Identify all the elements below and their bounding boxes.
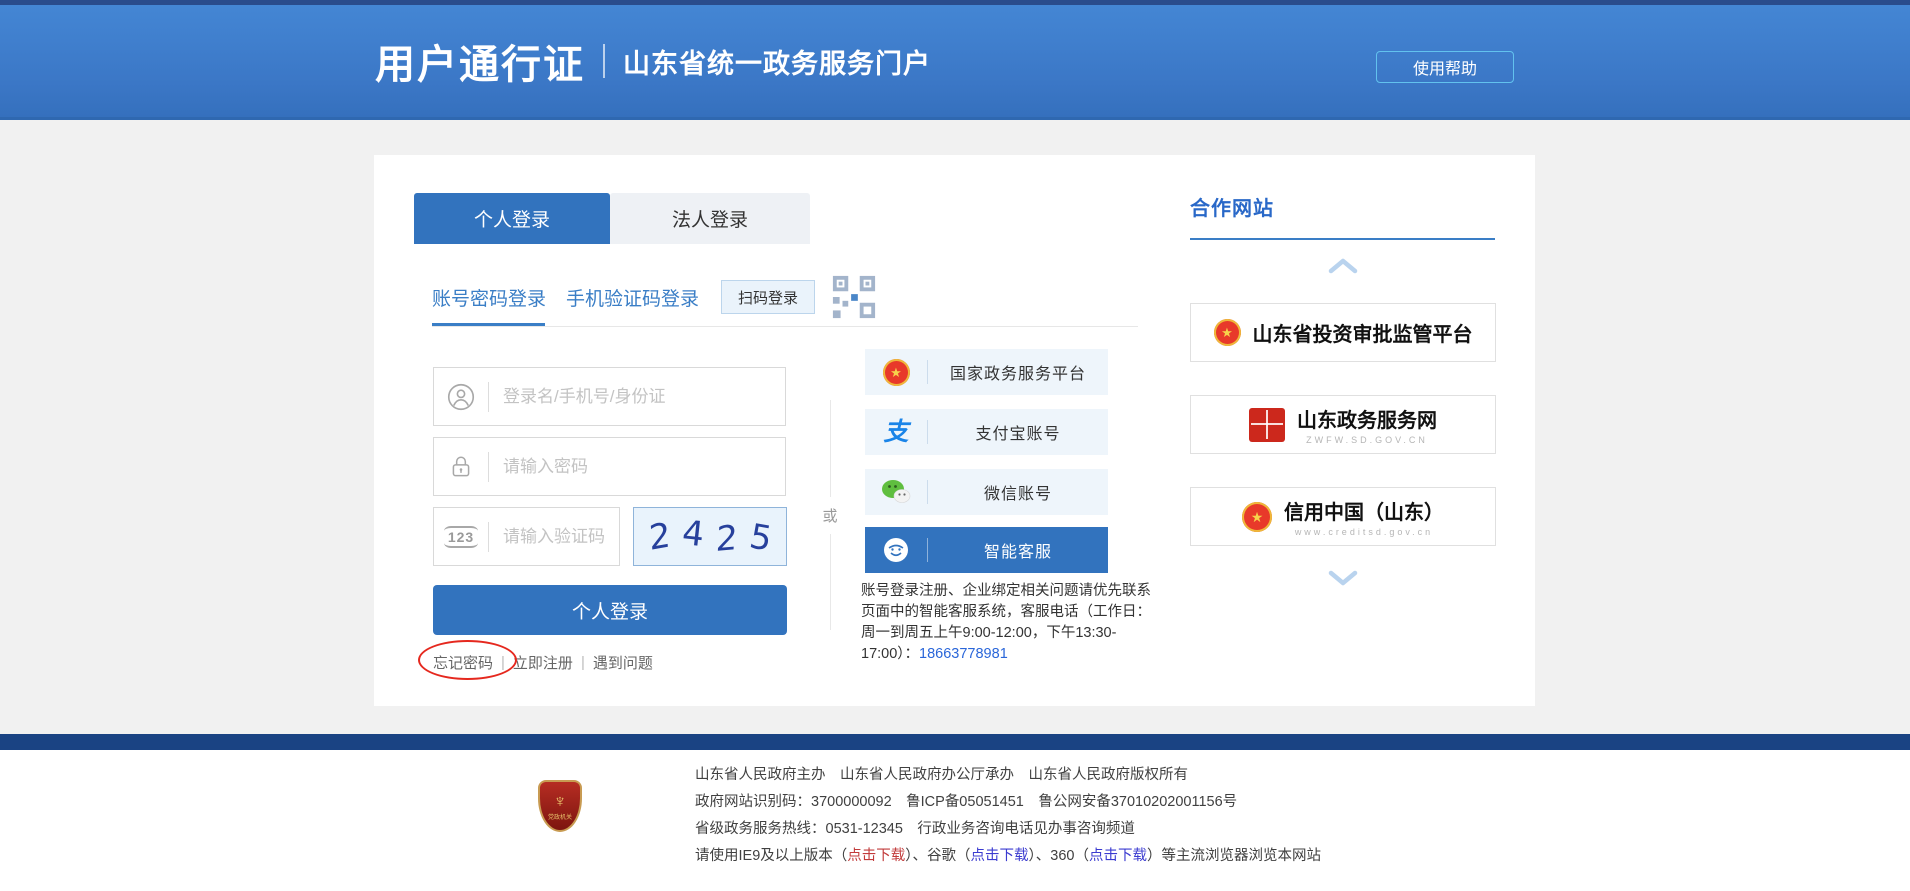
- ie-download-link[interactable]: 点击下载: [847, 848, 905, 864]
- partners-title-underline: [1190, 238, 1495, 240]
- page-title: 用户通行证: [375, 32, 585, 90]
- lock-icon: [434, 454, 488, 480]
- link-separator: |: [581, 654, 585, 671]
- password-field: [433, 437, 786, 496]
- methods-divider-line: [432, 326, 1138, 327]
- third-party-smart-service[interactable]: 智能客服: [865, 527, 1108, 573]
- helper-links: 忘记密码 | 立即注册 | 遇到问题: [433, 652, 653, 673]
- national-emblem-icon: [865, 359, 927, 386]
- footer-line-3: 省级政务服务热线：0531-12345 行政业务咨询电话见办事咨询频道: [695, 816, 1321, 843]
- register-link[interactable]: 立即注册: [513, 652, 573, 673]
- brand-divider: [603, 44, 605, 78]
- wechat-icon: [865, 479, 927, 505]
- service-phone-link[interactable]: 18663778981: [919, 646, 1008, 662]
- tab-personal-login[interactable]: 个人登录: [414, 193, 610, 244]
- captcha-input[interactable]: [489, 527, 619, 547]
- chevron-down-icon[interactable]: [1328, 570, 1358, 586]
- third-party-national-platform[interactable]: 国家政务服务平台: [865, 349, 1108, 395]
- captcha-image[interactable]: 2 4 2 5: [633, 507, 787, 566]
- method-sms-login[interactable]: 手机验证码登录: [566, 284, 699, 311]
- method-password-login[interactable]: 账号密码登录: [432, 284, 546, 311]
- page-subtitle: 山东省统一政务服务门户: [623, 42, 931, 81]
- username-input[interactable]: [489, 387, 785, 407]
- login-page: 用户通行证 山东省统一政务服务门户 使用帮助 个人登录 法人登录 账号密码登录 …: [0, 0, 1910, 891]
- tab-legal-login[interactable]: 法人登录: [610, 193, 810, 244]
- captcha-field: 123: [433, 507, 620, 566]
- header-brand: 用户通行证 山东省统一政务服务门户: [375, 5, 931, 117]
- or-label: 或: [822, 497, 837, 534]
- third-party-wechat[interactable]: 微信账号: [865, 469, 1108, 515]
- username-field: [433, 367, 786, 426]
- or-divider: 或: [821, 400, 839, 630]
- forgot-password-link[interactable]: 忘记密码: [433, 652, 493, 673]
- help-button[interactable]: 使用帮助: [1376, 51, 1514, 83]
- personal-login-submit-button[interactable]: 个人登录: [433, 585, 787, 635]
- trouble-link[interactable]: 遇到问题: [593, 652, 653, 673]
- login-methods: 账号密码登录 手机验证码登录 扫码登录: [432, 275, 877, 319]
- partner-card-credit-china[interactable]: 信用中国（山东） www.creditsd.gov.cn: [1190, 487, 1496, 546]
- national-emblem-icon: [1242, 502, 1272, 532]
- password-input[interactable]: [489, 457, 785, 477]
- chrome-download-link[interactable]: 点击下载: [971, 848, 1029, 864]
- chevron-up-icon[interactable]: [1328, 258, 1358, 274]
- partners-title: 合作网站: [1190, 192, 1274, 221]
- footer-line-4: 请使用IE9及以上版本（点击下载）、谷歌（点击下载）、360（点击下载）等主流浏…: [695, 843, 1321, 870]
- red-seal-icon: [1249, 408, 1285, 442]
- national-emblem-icon: [1214, 319, 1241, 346]
- link-separator: |: [501, 654, 505, 671]
- service-note: 账号登录注册、企业绑定相关问题请优先联系页面中的智能客服系统，客服电话（工作日：…: [861, 581, 1153, 665]
- footer-line-2: 政府网站识别码：3700000092 鲁ICP备05051451 鲁公网安备37…: [695, 789, 1321, 816]
- captcha-icon: 123: [434, 526, 488, 548]
- footer-line-1: 山东省人民政府主办 山东省人民政府办公厅承办 山东省人民政府版权所有: [695, 762, 1321, 789]
- third-party-alipay[interactable]: 支 支付宝账号: [865, 409, 1108, 455]
- customer-service-icon: [865, 536, 927, 564]
- partner-card-sd-gov-service[interactable]: 山东政务服务网 ZWFW.SD.GOV.CN: [1190, 395, 1496, 454]
- footer: ♆ 党政机关 山东省人民政府主办 山东省人民政府办公厅承办 山东省人民政府版权所…: [0, 750, 1910, 891]
- alipay-icon: 支: [865, 420, 927, 445]
- method-qr-login[interactable]: 扫码登录: [721, 280, 815, 314]
- footer-divider-bar: [0, 734, 1910, 750]
- user-icon: [434, 383, 488, 411]
- browser-360-download-link[interactable]: 点击下载: [1089, 848, 1147, 864]
- qr-code-icon[interactable]: [831, 274, 877, 320]
- footer-text: 山东省人民政府主办 山东省人民政府办公厅承办 山东省人民政府版权所有 政府网站识…: [695, 762, 1321, 870]
- header: 用户通行证 山东省统一政务服务门户 使用帮助: [0, 0, 1910, 120]
- partner-card-investment-platform[interactable]: 山东省投资审批监管平台: [1190, 303, 1496, 362]
- government-badge-icon: ♆ 党政机关: [538, 780, 582, 832]
